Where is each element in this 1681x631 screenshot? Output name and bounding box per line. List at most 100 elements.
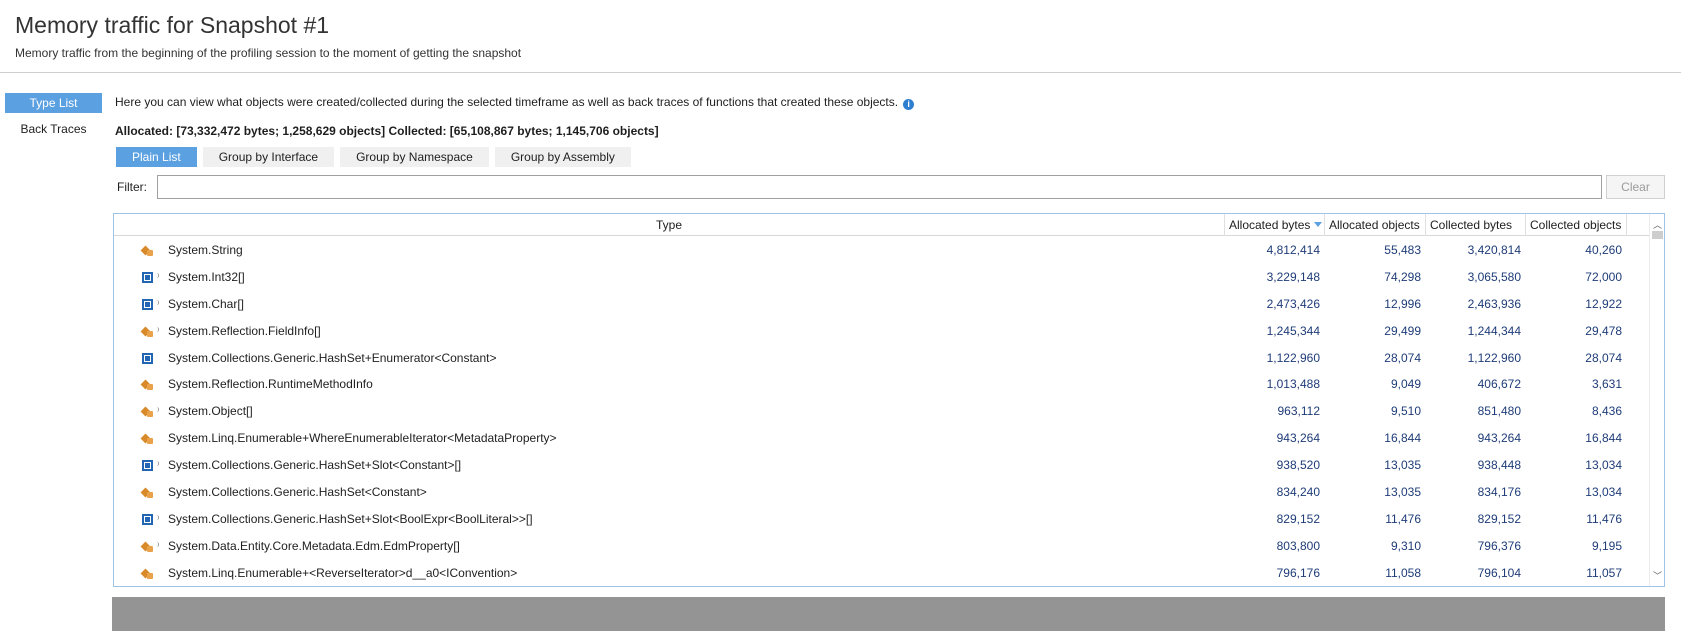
type-name: System.Data.Entity.Core.Metadata.Edm.Edm… [168,538,460,553]
nav-type-list-button[interactable]: Type List [5,93,102,113]
allocated-bytes-cell: 1,245,344 [1266,323,1320,338]
info-icon[interactable]: i [903,99,915,110]
collected-bytes-cell: 943,264 [1477,431,1521,446]
class-icon [140,568,153,579]
collected-objects-cell: 72,000 [1585,269,1622,284]
info-text: Here you can view what objects were crea… [115,95,899,109]
vertical-scrollbar[interactable]: ︿ ﹀ [1649,214,1664,586]
pinned-icon: ⁾ [157,406,160,417]
table-row[interactable]: ⁾ System.Reflection.FieldInfo[] 1,245,344 2… [114,318,1649,345]
table-row[interactable]: System.Collections.Generic.HashSet+Enume… [114,345,1649,372]
column-header-allocated-bytes-label: Allocated bytes [1229,218,1311,232]
collected-bytes-cell: 2,463,936 [1467,296,1521,311]
allocated-objects-cell: 11,058 [1385,565,1421,580]
allocated-objects-cell: 28,074 [1384,350,1421,365]
type-name: System.Char[] [168,296,245,311]
collected-bytes-cell: 796,376 [1477,538,1521,553]
collected-objects-cell: 11,057 [1586,565,1622,580]
class-icon [140,245,153,256]
collected-bytes-cell: 796,104 [1477,565,1521,580]
column-header-collected-bytes[interactable]: Collected bytes [1426,214,1526,236]
allocated-objects-cell: 9,310 [1390,538,1421,553]
info-line: Here you can view what objects were crea… [115,95,915,110]
class-icon [140,379,153,391]
allocated-objects-cell: 13,035 [1384,458,1421,473]
column-header-allocated-objects[interactable]: Allocated objects [1325,214,1426,236]
pinned-icon: ⁾ [157,298,160,309]
bottom-panel [112,597,1665,631]
collected-objects-cell: 29,478 [1585,323,1622,338]
column-header-type[interactable]: Type [114,214,1225,236]
allocated-bytes-cell: 3,229,148 [1266,269,1320,284]
sort-descending-icon [1314,222,1323,227]
scroll-down-icon[interactable]: ﹀ [1653,569,1662,582]
type-name: System.Collections.Generic.HashSet+Enume… [168,350,497,365]
clear-button[interactable]: Clear [1606,175,1665,199]
table-row[interactable]: System.String 4,812,414 55,483 3,420,814 40,… [114,237,1649,264]
grouping-bar: Plain List Group by Interface Group by Nam… [116,147,637,167]
scroll-up-icon[interactable]: ︿ [1653,218,1662,231]
struct-icon [142,460,153,472]
table-row[interactable]: ⁾ System.Object[] 963,112 9,510 851,480 8,436 [114,398,1649,425]
group-by-assembly-button[interactable]: Group by Assembly [494,147,631,167]
type-name: System.Collections.Generic.HashSet+Slot<… [168,511,533,526]
class-icon [140,541,153,552]
pinned-icon: ⁾ [157,540,160,551]
allocated-objects-cell: 9,049 [1390,377,1421,392]
group-by-interface-button[interactable]: Group by Interface [202,147,335,167]
allocated-bytes-cell: 796,176 [1276,565,1320,580]
table-row[interactable]: ⁾ System.Data.Entity.Core.Metadata.Edm.Ed… [114,533,1649,560]
page-title: Memory traffic for Snapshot #1 [15,12,330,38]
allocated-bytes-cell: 1,122,960 [1266,350,1320,365]
allocated-bytes-cell: 4,812,414 [1266,243,1320,257]
table-row[interactable]: ⁾ System.Collections.Generic.HashSet+Slot… [114,506,1649,533]
page-header: Memory traffic for Snapshot #1 Memory tr… [0,0,1681,73]
collected-objects-cell: 12,922 [1585,296,1622,311]
column-header-collected-objects[interactable]: Collected objects [1526,214,1627,236]
allocated-objects-cell: 55,483 [1384,243,1421,257]
table-row[interactable]: ⁾ System.Int32[] 3,229,148 74,298 3,065,580 7… [114,264,1649,291]
allocated-objects-cell: 29,499 [1384,323,1421,338]
table-row[interactable]: System.Linq.Enumerable+WhereEnumerableIt… [114,425,1649,452]
allocated-objects-cell: 12,996 [1384,296,1421,311]
table-row[interactable]: System.Linq.Enumerable+<ReverseIterator>… [114,560,1649,586]
collected-bytes-cell: 1,244,344 [1467,323,1521,338]
grid-rows: System.String 4,812,414 55,483 3,420,814 40,… [114,237,1649,586]
table-row[interactable]: System.Collections.Generic.HashSet<Const… [114,479,1649,506]
table-row[interactable]: ⁾ System.Collections.Generic.HashSet+Slot… [114,452,1649,479]
group-by-namespace-button[interactable]: Group by Namespace [340,147,489,167]
table-row[interactable]: ⁾ System.Char[] 2,473,426 12,996 2,463,936 12… [114,291,1649,318]
collected-objects-cell: 13,034 [1585,458,1622,473]
allocated-objects-cell: 13,035 [1384,485,1421,500]
plain-list-button[interactable]: Plain List [116,147,197,167]
pinned-icon: ⁾ [157,460,160,471]
allocated-bytes-cell: 963,112 [1277,404,1321,419]
collected-bytes-cell: 834,176 [1477,485,1521,500]
page-subtitle: Memory traffic from the beginning of the… [15,46,522,60]
allocated-bytes-cell: 803,800 [1276,538,1320,553]
collected-bytes-cell: 851,480 [1477,404,1521,419]
type-name: System.Linq.Enumerable+<ReverseIterator>… [168,565,518,580]
pinned-icon: ⁾ [157,271,160,282]
allocated-objects-cell: 11,476 [1385,511,1421,526]
type-name: System.Collections.Generic.HashSet+Slot<… [168,458,462,473]
table-row[interactable]: System.Reflection.RuntimeMethodInfo 1,013… [114,371,1649,398]
scroll-thumb[interactable] [1652,231,1663,239]
collected-objects-cell: 16,844 [1585,431,1622,446]
collected-bytes-cell: 829,152 [1477,511,1521,526]
allocated-objects-cell: 16,844 [1384,431,1421,446]
collected-objects-cell: 11,476 [1586,511,1622,526]
struct-icon [142,271,153,283]
collected-bytes-cell: 3,420,814 [1467,243,1521,257]
left-nav: Type List Back Traces [5,93,102,145]
type-name: System.String [168,243,243,257]
nav-back-traces-button[interactable]: Back Traces [5,119,102,139]
allocated-bytes-cell: 943,264 [1276,431,1320,446]
filter-input[interactable] [157,175,1602,199]
allocated-objects-cell: 74,298 [1384,269,1421,284]
allocated-bytes-cell: 829,152 [1276,511,1320,526]
column-header-allocated-bytes[interactable]: Allocated bytes [1225,214,1325,236]
type-name: System.Reflection.RuntimeMethodInfo [168,377,373,392]
type-name: System.Reflection.FieldInfo[] [168,323,321,338]
collected-bytes-cell: 1,122,960 [1467,350,1521,365]
